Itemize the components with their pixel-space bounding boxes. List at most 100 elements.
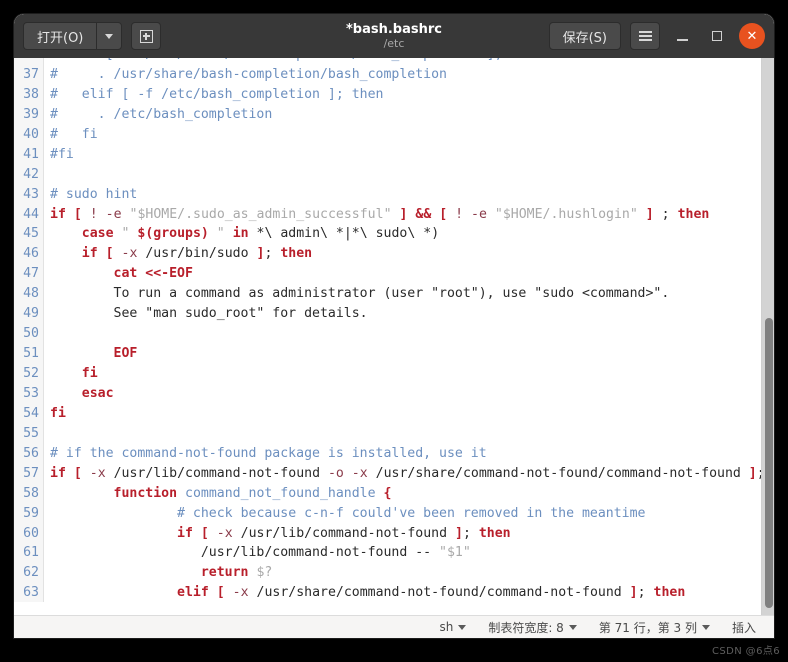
line-number: 43 bbox=[14, 184, 44, 205]
code-line[interactable]: 48 To run a command as administrator (us… bbox=[14, 284, 774, 305]
save-button-label: 保存(S) bbox=[562, 30, 607, 46]
code-line[interactable]: 59 # check because c-n-f could've been r… bbox=[14, 503, 774, 524]
code-line[interactable]: 40 # fi bbox=[14, 124, 774, 145]
tab-width-selector[interactable]: 制表符宽度: 8 bbox=[488, 619, 577, 636]
code-token: #fi bbox=[50, 146, 74, 162]
code-token: [ bbox=[73, 206, 82, 222]
code-line[interactable]: 37 # . /usr/share/bash-completion/bash_co… bbox=[14, 64, 774, 85]
code-line-text: /usr/lib/command-not-found -- "$1" bbox=[44, 543, 774, 563]
code-token: /usr/share/command-not-found/command-not… bbox=[248, 585, 630, 601]
code-line-text: To run a command as administrator (user … bbox=[44, 284, 774, 304]
code-line[interactable]: 57 if [ -x /usr/lib/command-not-found -o … bbox=[14, 463, 774, 484]
code-token: ; bbox=[462, 525, 471, 541]
line-number: 41 bbox=[14, 144, 44, 165]
code-line[interactable]: 60 if [ -x /usr/lib/command-not-found ];… bbox=[14, 523, 774, 544]
code-line[interactable]: 53 esac bbox=[14, 383, 774, 404]
line-number: 60 bbox=[14, 523, 44, 544]
code-token: then bbox=[280, 246, 313, 262]
open-button[interactable]: 打开(O) bbox=[23, 22, 97, 50]
code-token: command_not_found_handle bbox=[185, 485, 376, 501]
code-line[interactable]: 56 # if the command-not-found package is … bbox=[14, 443, 774, 464]
code-line-text: elif [ -x /usr/share/command-not-found/c… bbox=[44, 583, 774, 602]
code-line[interactable]: 52 fi bbox=[14, 364, 774, 384]
document-title: *bash.bashrc bbox=[346, 22, 442, 37]
code-token: then bbox=[677, 206, 710, 222]
code-line[interactable]: 45 case " $(groups) " in *\ admin\ *|*\ … bbox=[14, 224, 774, 245]
code-line-text: # sudo hint bbox=[44, 185, 774, 205]
code-token: EOF bbox=[113, 346, 138, 362]
open-button-group: 打开(O) bbox=[23, 22, 123, 50]
code-line-text: return $? bbox=[44, 563, 774, 583]
new-document-button[interactable] bbox=[131, 22, 162, 50]
line-number: 39 bbox=[14, 104, 44, 125]
minimize-button[interactable] bbox=[669, 23, 695, 49]
open-dropdown-button[interactable] bbox=[96, 22, 123, 50]
code-line-text: # fi bbox=[44, 125, 774, 145]
save-button[interactable]: 保存(S) bbox=[548, 22, 621, 50]
chevron-down-icon bbox=[458, 624, 467, 630]
line-number: 51 bbox=[14, 344, 44, 364]
close-button[interactable]: ✕ bbox=[739, 23, 765, 49]
code-token: -x bbox=[232, 585, 249, 601]
code-line[interactable]: 43 # sudo hint bbox=[14, 184, 774, 205]
code-line-text: fi bbox=[44, 404, 774, 424]
code-line[interactable]: 58 function command_not_found_handle { bbox=[14, 483, 774, 504]
code-token: -e bbox=[471, 206, 487, 222]
code-line[interactable]: 36# if [ -f /usr/share/bash-completion/b… bbox=[14, 58, 774, 65]
main-menu-button[interactable] bbox=[630, 22, 660, 50]
vertical-scrollbar[interactable] bbox=[761, 58, 774, 615]
code-line[interactable]: 38 # elif [ -f /etc/bash_completion ]; th… bbox=[14, 84, 774, 105]
title-bar: 打开(O) *bash.bashrc /etc 保存(S) ✕ bbox=[14, 14, 774, 58]
code-line[interactable]: 50 bbox=[14, 324, 774, 345]
code-line[interactable]: 62 return $? bbox=[14, 563, 774, 584]
chevron-down-icon bbox=[568, 624, 577, 630]
code-line[interactable]: 44 if [ ! -e "$HOME/.sudo_as_admin_succes… bbox=[14, 204, 774, 225]
code-token: ! bbox=[455, 206, 464, 222]
code-line[interactable]: 54 fi bbox=[14, 403, 774, 424]
cursor-position-selector[interactable]: 第 71 行，第 3 列 bbox=[599, 619, 710, 636]
code-token: # check because c-n-f could've been remo… bbox=[177, 505, 646, 521]
code-line[interactable]: 42 bbox=[14, 164, 774, 185]
line-number: 57 bbox=[14, 463, 44, 484]
code-token: /usr/share/command-not-found/command-not… bbox=[367, 465, 749, 481]
maximize-button[interactable] bbox=[704, 23, 730, 49]
code-token: if bbox=[81, 246, 98, 262]
line-number: 56 bbox=[14, 443, 44, 464]
status-bar: sh 制表符宽度: 8 第 71 行，第 3 列 插入 bbox=[14, 615, 774, 638]
open-button-label: 打开(O) bbox=[37, 30, 84, 46]
code-line-text: # elif [ -f /etc/bash_completion ]; then bbox=[44, 85, 774, 105]
code-line[interactable]: 41 #fi bbox=[14, 144, 774, 165]
code-line-text: # . /etc/bash_completion bbox=[44, 105, 774, 125]
code-line[interactable]: 47 cat <<-EOF bbox=[14, 264, 774, 285]
code-token: # sudo hint bbox=[50, 186, 138, 202]
code-line[interactable]: 46 if [ -x /usr/bin/sudo ]; then bbox=[14, 244, 774, 265]
code-token: -x bbox=[89, 465, 106, 481]
code-line[interactable]: 55 bbox=[14, 423, 774, 444]
code-line[interactable]: 39 # . /etc/bash_completion bbox=[14, 104, 774, 125]
code-line[interactable]: 63 elif [ -x /usr/share/command-not-foun… bbox=[14, 583, 774, 602]
code-token: [ bbox=[216, 585, 225, 601]
code-line[interactable]: 51 EOF bbox=[14, 344, 774, 364]
code-token: if bbox=[50, 206, 66, 222]
code-view[interactable]: 36# if [ -f /usr/share/bash-completion/b… bbox=[14, 58, 774, 602]
code-token: -x bbox=[351, 465, 368, 481]
code-token: if bbox=[50, 465, 66, 481]
vertical-scrollbar-thumb[interactable] bbox=[765, 318, 773, 608]
line-number: 45 bbox=[14, 224, 44, 245]
code-line[interactable]: 61 /usr/lib/command-not-found -- "$1" bbox=[14, 543, 774, 564]
language-selector[interactable]: sh bbox=[439, 620, 467, 634]
code-line[interactable]: 49 See "man sudo_root" for details. bbox=[14, 304, 774, 325]
code-token: # elif [ -f /etc/bash_completion ]; then bbox=[50, 86, 384, 102]
